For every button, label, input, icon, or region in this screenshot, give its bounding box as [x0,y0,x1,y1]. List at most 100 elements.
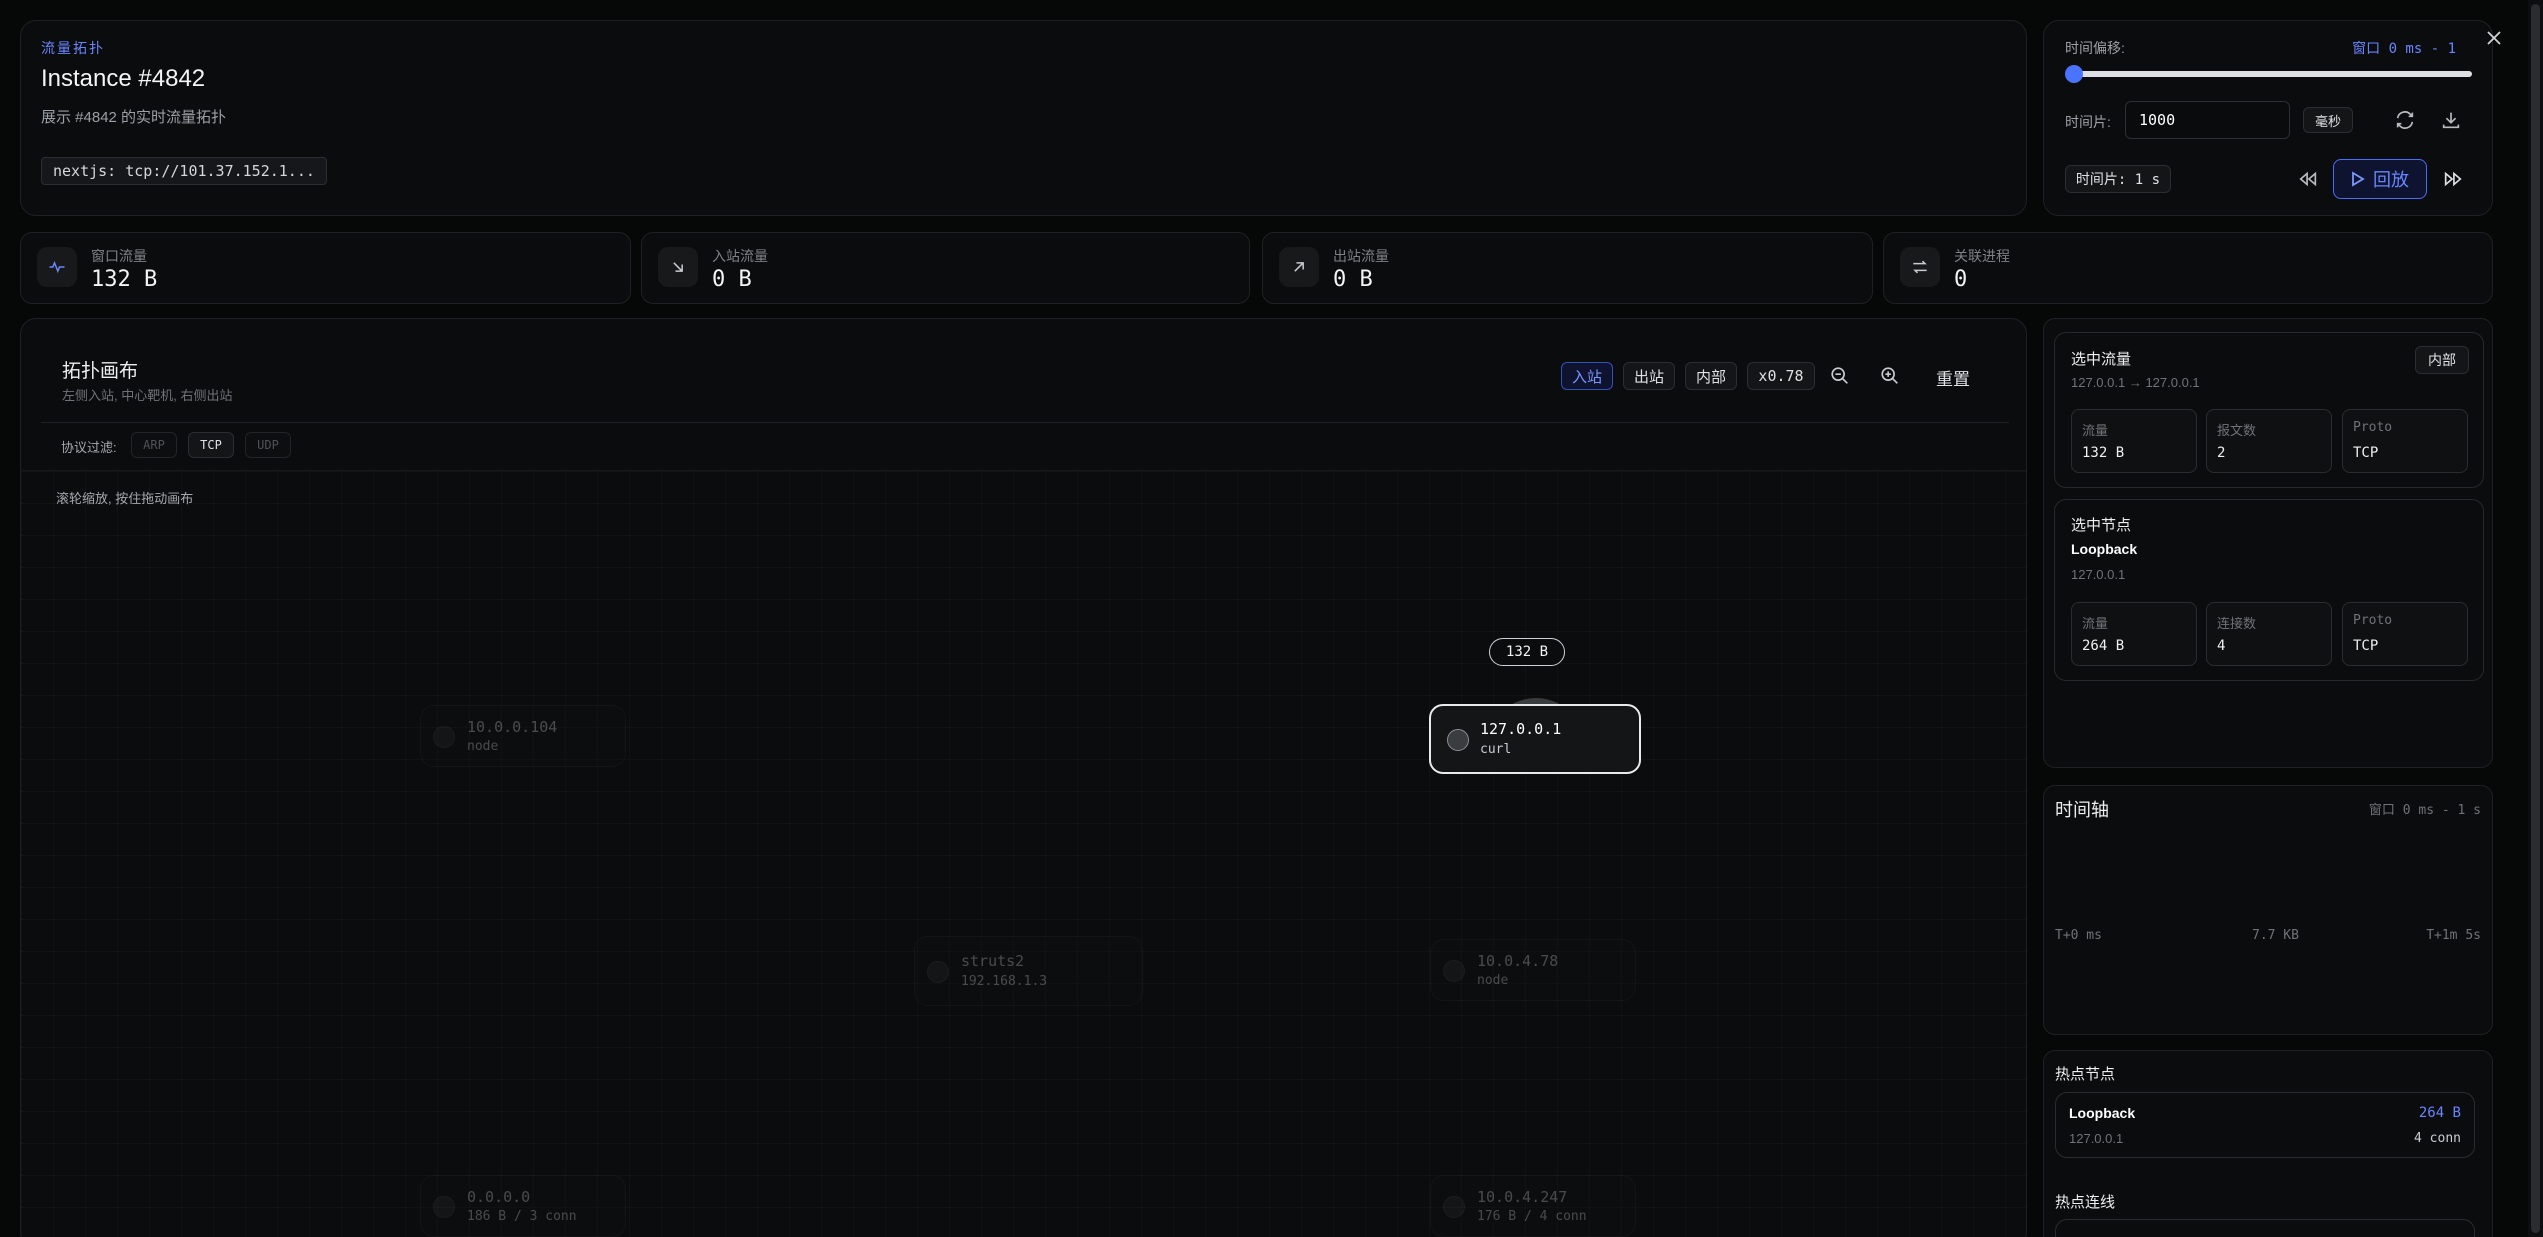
topology-node[interactable]: 10.0.0.104 node [420,705,626,767]
stat-value: 132 B [91,267,158,292]
node-proto-cell: Proto TCP [2342,602,2468,666]
rewind-icon[interactable] [2297,168,2319,190]
topology-node[interactable]: 10.0.4.78 node [1430,939,1636,1001]
cell-label: Proto [2353,420,2393,435]
canvas-grid[interactable] [21,471,2026,1237]
filter-inbound-button[interactable]: 入站 [1561,362,1613,390]
refresh-icon[interactable] [2394,109,2416,131]
node-name: 10.0.4.247 [1477,1188,1568,1206]
node-name: 10.0.0.104 [467,718,558,736]
cell-label: Proto [2353,613,2393,628]
timeline-panel: 时间轴 窗口 0 ms - 1 s T+0 ms 7.7 KB T+1m 5s [2043,785,2493,1035]
fast-forward-icon[interactable] [2442,168,2464,190]
pulse-icon [37,247,77,287]
selected-flow-card: 选中流量 内部 127.0.0.1 → 127.0.0.1 流量 132 B 报… [2054,332,2484,488]
slice-badge: 时间片: 1 s [2065,165,2171,193]
zoom-out-icon[interactable] [1829,365,1851,387]
offset-label: 时间偏移: [2065,40,2125,56]
topology-canvas-panel: 拓扑画布 左侧入站, 中心靶机, 右侧出站 入站 出站 内部 x0.78 重置 … [20,318,2027,1237]
cell-value: 264 B [2082,638,2125,654]
node-sub: node [1477,973,1509,988]
cell-value: 2 [2217,445,2226,461]
scrollbar-thumb[interactable] [2531,4,2540,1233]
swap-icon [1900,247,1940,287]
zoom-in-icon[interactable] [1879,365,1901,387]
flow-packets-cell: 报文数 2 [2206,409,2332,473]
protocol-udp-chip[interactable]: UDP [245,432,291,458]
node-sub: 186 B / 3 conn [467,1209,577,1224]
node-status-dot [1443,1196,1465,1218]
stat-card-window: 窗口流量 132 B [20,232,631,304]
cell-label: 流量 [2082,616,2109,631]
offset-slider-track[interactable] [2072,71,2472,77]
hotspot-panel: 热点节点 Loopback 264 B 127.0.0.1 4 conn 热点连… [2043,1050,2493,1237]
hot-node-bytes: 264 B [2418,1105,2461,1121]
reset-button[interactable]: 重置 [1936,365,1970,390]
canvas-hint: 滚轮缩放, 按住拖动画布 [56,491,194,506]
node-sub: curl [1480,742,1512,757]
protocol-tcp-chip[interactable]: TCP [188,432,234,458]
node-name: struts2 [961,952,1025,970]
inspector-panel: 选中流量 内部 127.0.0.1 → 127.0.0.1 流量 132 B 报… [2043,318,2493,768]
stat-label: 入站流量 [712,248,768,264]
download-icon[interactable] [2440,109,2462,131]
hot-node-ip: 127.0.0.1 [2069,1131,2124,1146]
topology-node[interactable]: 0.0.0.0 186 B / 3 conn [420,1175,626,1237]
cell-value: 4 [2217,638,2226,654]
stat-value: 0 B [1333,267,1373,292]
unit-select[interactable]: 毫秒 [2303,107,2353,133]
timeline-peak: 7.7 KB [2252,928,2299,943]
topology-node[interactable]: 10.0.4.247 176 B / 4 conn [1430,1175,1636,1237]
flow-proto-cell: Proto TCP [2342,409,2468,473]
protocol-filter-label: 协议过滤: [61,440,117,455]
edge-label: 132 B [1489,638,1565,666]
filter-internal-button[interactable]: 内部 [1685,362,1737,390]
hot-node-name: Loopback [2069,1105,2136,1121]
node-status-dot [433,1196,455,1218]
stat-value: 0 B [712,267,752,292]
selected-node-card: 选中节点 Loopback 127.0.0.1 流量 264 B 连接数 4 P… [2054,499,2484,681]
topology-node[interactable]: struts2 192.168.1.3 [914,936,1143,1006]
filter-outbound-button[interactable]: 出站 [1623,362,1675,390]
timeline-end: T+1m 5s [2426,928,2481,943]
hot-link-item[interactable] [2055,1219,2475,1237]
cell-value: TCP [2353,638,2379,654]
page-scrollbar[interactable] [2528,0,2543,1237]
slice-input[interactable]: 1000 [2125,101,2290,139]
node-status-dot [433,726,455,748]
flow-bytes-cell: 流量 132 B [2071,409,2197,473]
cell-label: 报文数 [2217,423,2257,438]
replay-button[interactable]: 回放 [2333,159,2427,199]
node-name: 0.0.0.0 [467,1188,531,1206]
stat-value: 0 [1954,267,1968,292]
stat-card-outbound: 出站流量 0 B [1262,232,1873,304]
divider [41,422,2009,423]
timeline-start: T+0 ms [2055,928,2102,943]
cell-value: TCP [2353,445,2379,461]
node-bytes-cell: 流量 264 B [2071,602,2197,666]
hot-links-title: 热点连线 [2055,1194,2116,1211]
node-name: 10.0.4.78 [1477,952,1559,970]
node-status-dot [1443,960,1465,982]
flow-route: 127.0.0.1 → 127.0.0.1 [2071,375,2200,390]
window-readout: 窗口 0 ms - 1 [2352,41,2456,57]
selected-node-title: 选中节点 [2071,517,2132,534]
playback-control-panel: 时间偏移: 窗口 0 ms - 1 时间片: 1000 毫秒 时间片: 1 s … [2043,20,2493,216]
topology-node-target[interactable]: 127.0.0.1 curl [1429,704,1641,774]
source-tag[interactable]: nextjs: tcp://101.37.152.1... [41,157,327,185]
stat-label: 关联进程 [1954,248,2010,264]
timeline-window: 窗口 0 ms - 1 s [2368,803,2481,818]
hot-node-item[interactable]: Loopback 264 B 127.0.0.1 4 conn [2055,1092,2475,1158]
timeline-title: 时间轴 [2055,800,2109,820]
offset-slider-thumb[interactable] [2065,65,2083,83]
page-eyebrow: 流量拓扑 [41,40,105,56]
close-icon[interactable] [2485,29,2503,47]
selected-node-ip: 127.0.0.1 [2071,567,2126,582]
selected-flow-title: 选中流量 [2071,351,2132,368]
node-connections-cell: 连接数 4 [2206,602,2332,666]
zoom-level: x0.78 [1747,362,1815,390]
protocol-arp-chip[interactable]: ARP [131,432,177,458]
hot-node-conn: 4 conn [2414,1131,2461,1146]
node-name: 127.0.0.1 [1480,720,1562,738]
node-sub: 192.168.1.3 [961,974,1048,989]
